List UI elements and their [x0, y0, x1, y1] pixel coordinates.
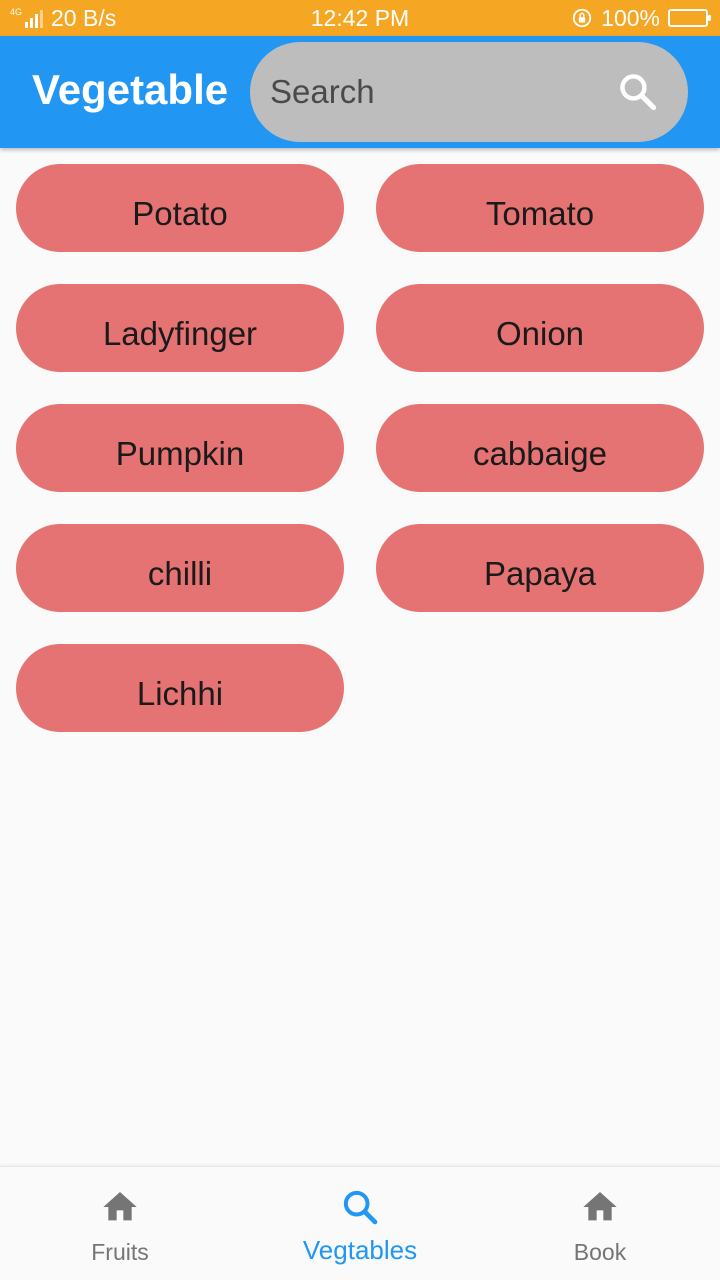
vegetable-chip[interactable]: Papaya — [376, 524, 704, 612]
network-type: 4G — [10, 7, 23, 17]
status-left: 4G 20 B/s — [10, 0, 116, 36]
vegetable-chip[interactable]: chilli — [16, 524, 344, 612]
search-icon — [343, 1190, 378, 1225]
nav-item-fruits[interactable]: Fruits — [0, 1167, 240, 1280]
page-title: Vegetable — [32, 66, 229, 113]
status-time: 12:42 PM — [310, 4, 410, 31]
vegetable-chip[interactable]: Ladyfinger — [16, 284, 344, 372]
screen: 4G 20 B/s 12:42 PM 100% Vegetable Search… — [0, 0, 720, 1280]
nav-label: Book — [573, 1239, 627, 1265]
battery-percent: 100% — [601, 4, 660, 31]
battery-icon — [668, 9, 711, 27]
nav-label: Fruits — [91, 1239, 149, 1265]
search-box — [250, 42, 688, 142]
vegetable-chip[interactable]: Tomato — [376, 164, 704, 252]
status-right: 100% — [571, 0, 711, 36]
status-bar: 4G 20 B/s 12:42 PM 100% — [0, 0, 720, 36]
vegetable-chip[interactable]: cabbaige — [376, 404, 704, 492]
vegetable-chip[interactable]: Pumpkin — [16, 404, 344, 492]
vegetable-chip[interactable]: Onion — [376, 284, 704, 372]
vegetable-chip[interactable]: Potato — [16, 164, 344, 252]
nav-item-book[interactable]: Book — [480, 1167, 720, 1280]
vegetable-chip[interactable]: Lichhi — [16, 644, 344, 732]
nav-label: Vegtables — [302, 1235, 418, 1265]
nav-item-vegtables[interactable]: Vegtables — [240, 1167, 480, 1280]
signal-icon: 4G — [10, 7, 44, 28]
home-icon — [103, 1192, 137, 1221]
app-bar: Vegetable — [0, 36, 720, 148]
search-input[interactable] — [270, 64, 600, 120]
network-speed: 20 B/s — [51, 4, 117, 31]
rotation-lock-icon — [573, 8, 592, 28]
bottom-nav: Fruits Vegtables Book — [0, 1166, 720, 1280]
home-icon — [583, 1192, 617, 1221]
search-icon[interactable] — [616, 70, 660, 114]
